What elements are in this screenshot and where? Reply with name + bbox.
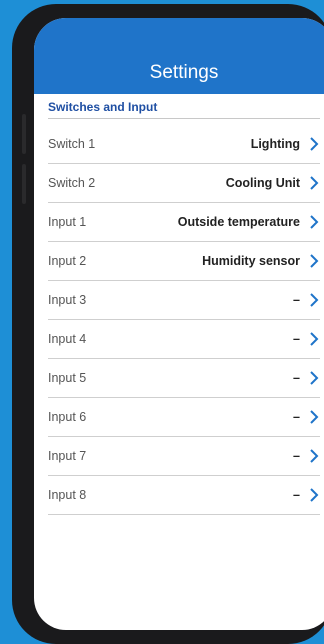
row-value: – — [293, 410, 300, 424]
section-divider — [48, 118, 320, 119]
row-input-8[interactable]: Input 8 – — [48, 476, 320, 515]
section-title: Switches and Input — [48, 100, 158, 114]
row-label: Input 8 — [48, 488, 87, 502]
row-input-4[interactable]: Input 4 – — [48, 320, 320, 359]
row-label: Input 5 — [48, 371, 87, 385]
row-value: – — [293, 449, 300, 463]
row-value: Humidity sensor — [202, 254, 300, 268]
row-input-2[interactable]: Input 2 Humidity sensor — [48, 242, 320, 281]
chevron-right-icon — [310, 332, 319, 346]
row-input-6[interactable]: Input 6 – — [48, 398, 320, 437]
row-input-1[interactable]: Input 1 Outside temperature — [48, 203, 320, 242]
chevron-right-icon — [310, 176, 319, 190]
row-label: Input 2 — [48, 254, 87, 268]
power-button — [22, 164, 26, 204]
row-label: Input 3 — [48, 293, 87, 307]
row-label: Input 7 — [48, 449, 87, 463]
row-input-3[interactable]: Input 3 – — [48, 281, 320, 320]
volume-button — [22, 114, 26, 154]
phone-frame: Settings Switches and Input Switch 1 Lig… — [12, 4, 324, 644]
row-value: Cooling Unit — [225, 176, 300, 190]
chevron-right-icon — [310, 488, 319, 502]
row-label: Switch 1 — [48, 137, 96, 151]
screen: Settings Switches and Input Switch 1 Lig… — [34, 18, 324, 630]
chevron-right-icon — [310, 293, 319, 307]
chevron-right-icon — [310, 137, 319, 151]
app-header: Settings — [34, 18, 324, 94]
row-value: – — [293, 371, 300, 385]
row-value: – — [293, 293, 300, 307]
settings-list: Switch 1 Lighting Switch 2 Cooling Unit … — [34, 125, 324, 515]
row-value: – — [293, 332, 300, 346]
row-label: Switch 2 — [48, 176, 96, 190]
page-title: Settings — [149, 62, 219, 83]
row-value: Outside temperature — [177, 215, 300, 229]
row-value: – — [293, 488, 300, 502]
chevron-right-icon — [310, 254, 319, 268]
row-switch-2[interactable]: Switch 2 Cooling Unit — [48, 164, 320, 203]
chevron-right-icon — [310, 449, 319, 463]
chevron-right-icon — [310, 410, 319, 424]
chevron-right-icon — [310, 215, 319, 229]
row-label: Input 6 — [48, 410, 87, 424]
row-input-7[interactable]: Input 7 – — [48, 437, 320, 476]
row-label: Input 4 — [48, 332, 87, 346]
row-switch-1[interactable]: Switch 1 Lighting — [48, 125, 320, 164]
chevron-right-icon — [310, 371, 319, 385]
row-value: Lighting — [250, 137, 300, 151]
row-label: Input 1 — [48, 215, 87, 229]
row-input-5[interactable]: Input 5 – — [48, 359, 320, 398]
